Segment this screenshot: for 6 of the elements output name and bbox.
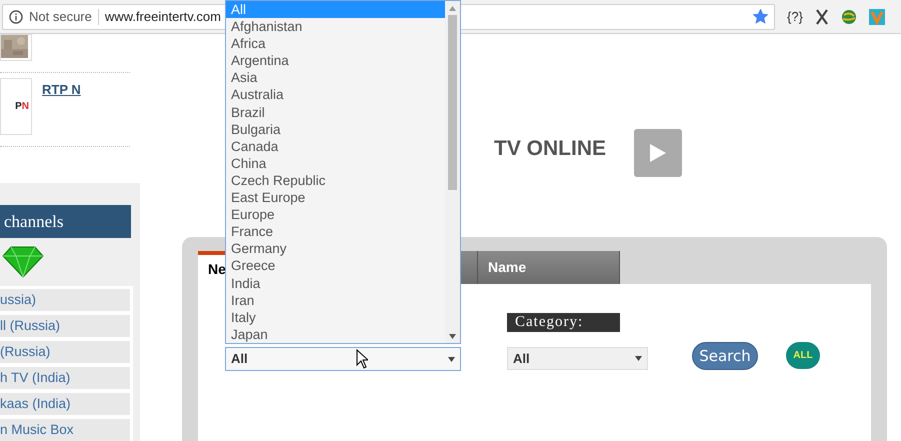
channels-header: channels <box>0 204 131 238</box>
channel-logo: PN <box>0 78 32 136</box>
category-label: Category: <box>507 313 620 332</box>
security-label: Not secure <box>29 8 92 26</box>
url-text: www.freeintertv.com <box>104 8 221 26</box>
page-title: TV ONLINE <box>494 136 606 162</box>
